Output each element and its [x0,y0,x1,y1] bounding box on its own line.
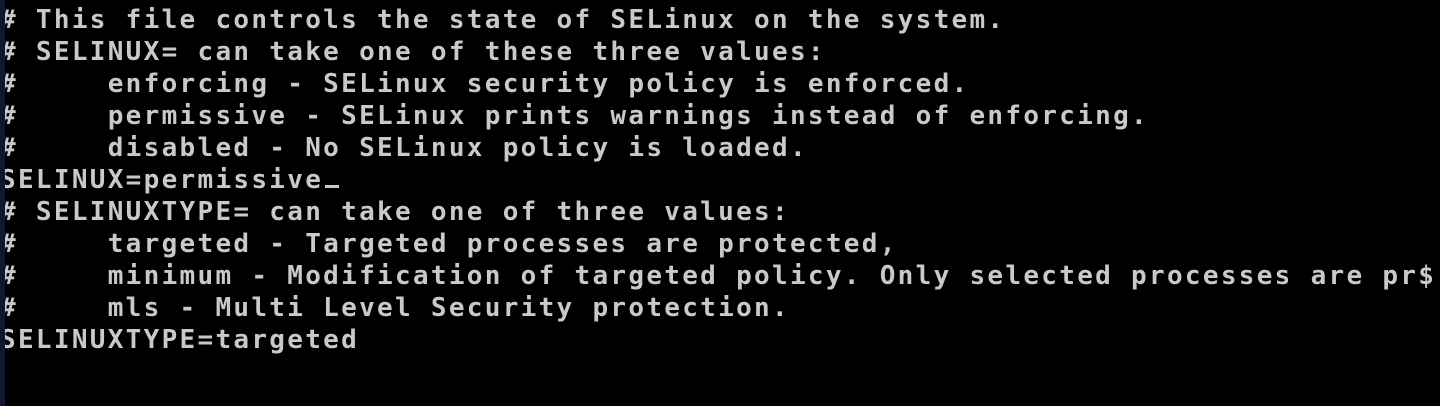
config-comment-line: # minimum - Modification of targeted pol… [0,261,1437,291]
config-comment-line: # mls - Multi Level Security protection. [0,293,790,323]
config-comment-line: # SELINUX= can take one of these three v… [0,37,826,67]
selinux-setting-line[interactable]: SELINUX=permissive [0,164,1440,196]
config-comment-line: # targeted - Targeted processes are prot… [0,229,898,259]
text-cursor [325,185,340,188]
terminal-screen[interactable]: # This file controls the state of SELinu… [0,0,1440,406]
config-comment-line: # This file controls the state of SELinu… [0,5,1006,35]
selinux-setting-text[interactable]: SELINUX=permissive [0,165,323,195]
selinuxtype-setting-line[interactable]: SELINUXTYPE=targeted [0,324,1440,356]
window-edge [0,0,5,406]
config-comment-line: # enforcing - SELinux security policy is… [0,69,970,99]
config-comment-line: # SELINUXTYPE= can take one of three val… [0,197,790,227]
config-comment-line: # disabled - No SELinux policy is loaded… [0,133,808,163]
config-comment-line: # permissive - SELinux prints warnings i… [0,101,1150,131]
